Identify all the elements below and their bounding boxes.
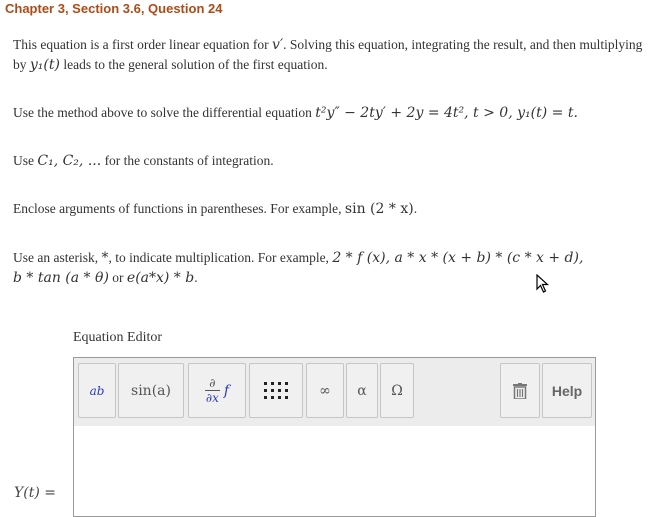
matrix-button[interactable] xyxy=(249,363,303,418)
page-title: Chapter 3, Section 3.6, Question 24 xyxy=(5,1,223,16)
enclose-paragraph: Enclose arguments of functions in parent… xyxy=(13,199,643,219)
answer-label-text: Y(t) = xyxy=(14,485,56,501)
intro-paragraph: This equation is a first order linear eq… xyxy=(13,35,643,75)
alpha-icon: α xyxy=(357,382,367,399)
asterisk-or: or xyxy=(108,270,127,285)
intro-text-a: This equation is a first order linear eq… xyxy=(13,37,273,52)
power-button[interactable]: ab xyxy=(78,363,116,418)
sin-button[interactable]: sin(a) xyxy=(118,363,184,418)
infinity-button[interactable]: ∞ xyxy=(306,363,344,418)
infinity-icon: ∞ xyxy=(319,382,331,399)
trash-button[interactable] xyxy=(500,363,540,418)
sin-button-label: sin(a) xyxy=(131,382,171,399)
constants-text-a: Use xyxy=(13,153,38,168)
derivative-bottom: ∂x xyxy=(204,390,220,405)
intro-y1t: y₁(t) xyxy=(29,57,60,73)
problem-text: Use the method above to solve the differ… xyxy=(13,105,316,120)
asterisk-example-2: b * tan (a * θ) xyxy=(13,270,109,286)
asterisk-example-1: 2 * f (x), a * x * (x + b) * (c * x + d)… xyxy=(332,250,584,266)
enclose-text: Enclose arguments of functions in parent… xyxy=(13,201,345,216)
editor-toolbar: ab sin(a) ∂ ∂x f ∞ α Ω Help xyxy=(74,358,595,426)
derivative-fraction: ∂ ∂x xyxy=(204,376,220,405)
enclose-end: . xyxy=(413,201,418,216)
matrix-grid-icon xyxy=(264,382,288,399)
constants-text-b: for the constants of integration. xyxy=(101,153,274,168)
help-button-label: Help xyxy=(551,382,583,399)
derivative-top: ∂ xyxy=(209,376,216,390)
asterisk-example-3: e(a*x) * b xyxy=(126,270,195,286)
equation-editor: ab sin(a) ∂ ∂x f ∞ α Ω Help xyxy=(73,357,596,517)
trash-icon xyxy=(513,382,527,399)
intro-var-v: v′ xyxy=(272,37,284,53)
power-button-label: ab xyxy=(89,383,105,398)
derivative-button[interactable]: ∂ ∂x f xyxy=(188,363,246,418)
intro-text-c: leads to the general solution of the fir… xyxy=(59,57,328,72)
equation-editor-label: Equation Editor xyxy=(73,330,163,345)
derivative-f: f xyxy=(223,382,230,399)
enclose-example: sin (2 * x) xyxy=(344,201,414,217)
omega-button[interactable]: Ω xyxy=(380,363,414,418)
problem-paragraph: Use the method above to solve the differ… xyxy=(13,103,643,123)
constants-symbols: C₁, C₂, ... xyxy=(37,153,102,169)
answer-label: Y(t) = xyxy=(14,483,56,501)
asterisk-end: . xyxy=(194,270,198,285)
help-button[interactable]: Help xyxy=(542,363,592,418)
asterisk-text-b: , to indicate multiplication. For exampl… xyxy=(108,250,333,265)
equation-input-area[interactable] xyxy=(74,426,595,516)
omega-icon: Ω xyxy=(391,382,403,399)
constants-paragraph: Use C₁, C₂, ... for the constants of int… xyxy=(13,151,643,171)
mouse-cursor-icon xyxy=(536,274,550,293)
alpha-button[interactable]: α xyxy=(346,363,378,418)
asterisk-text-a: Use an asterisk, xyxy=(13,250,102,265)
problem-equation: t²y″ − 2ty′ + 2y = 4t², t > 0, y₁(t) = t… xyxy=(315,105,578,121)
